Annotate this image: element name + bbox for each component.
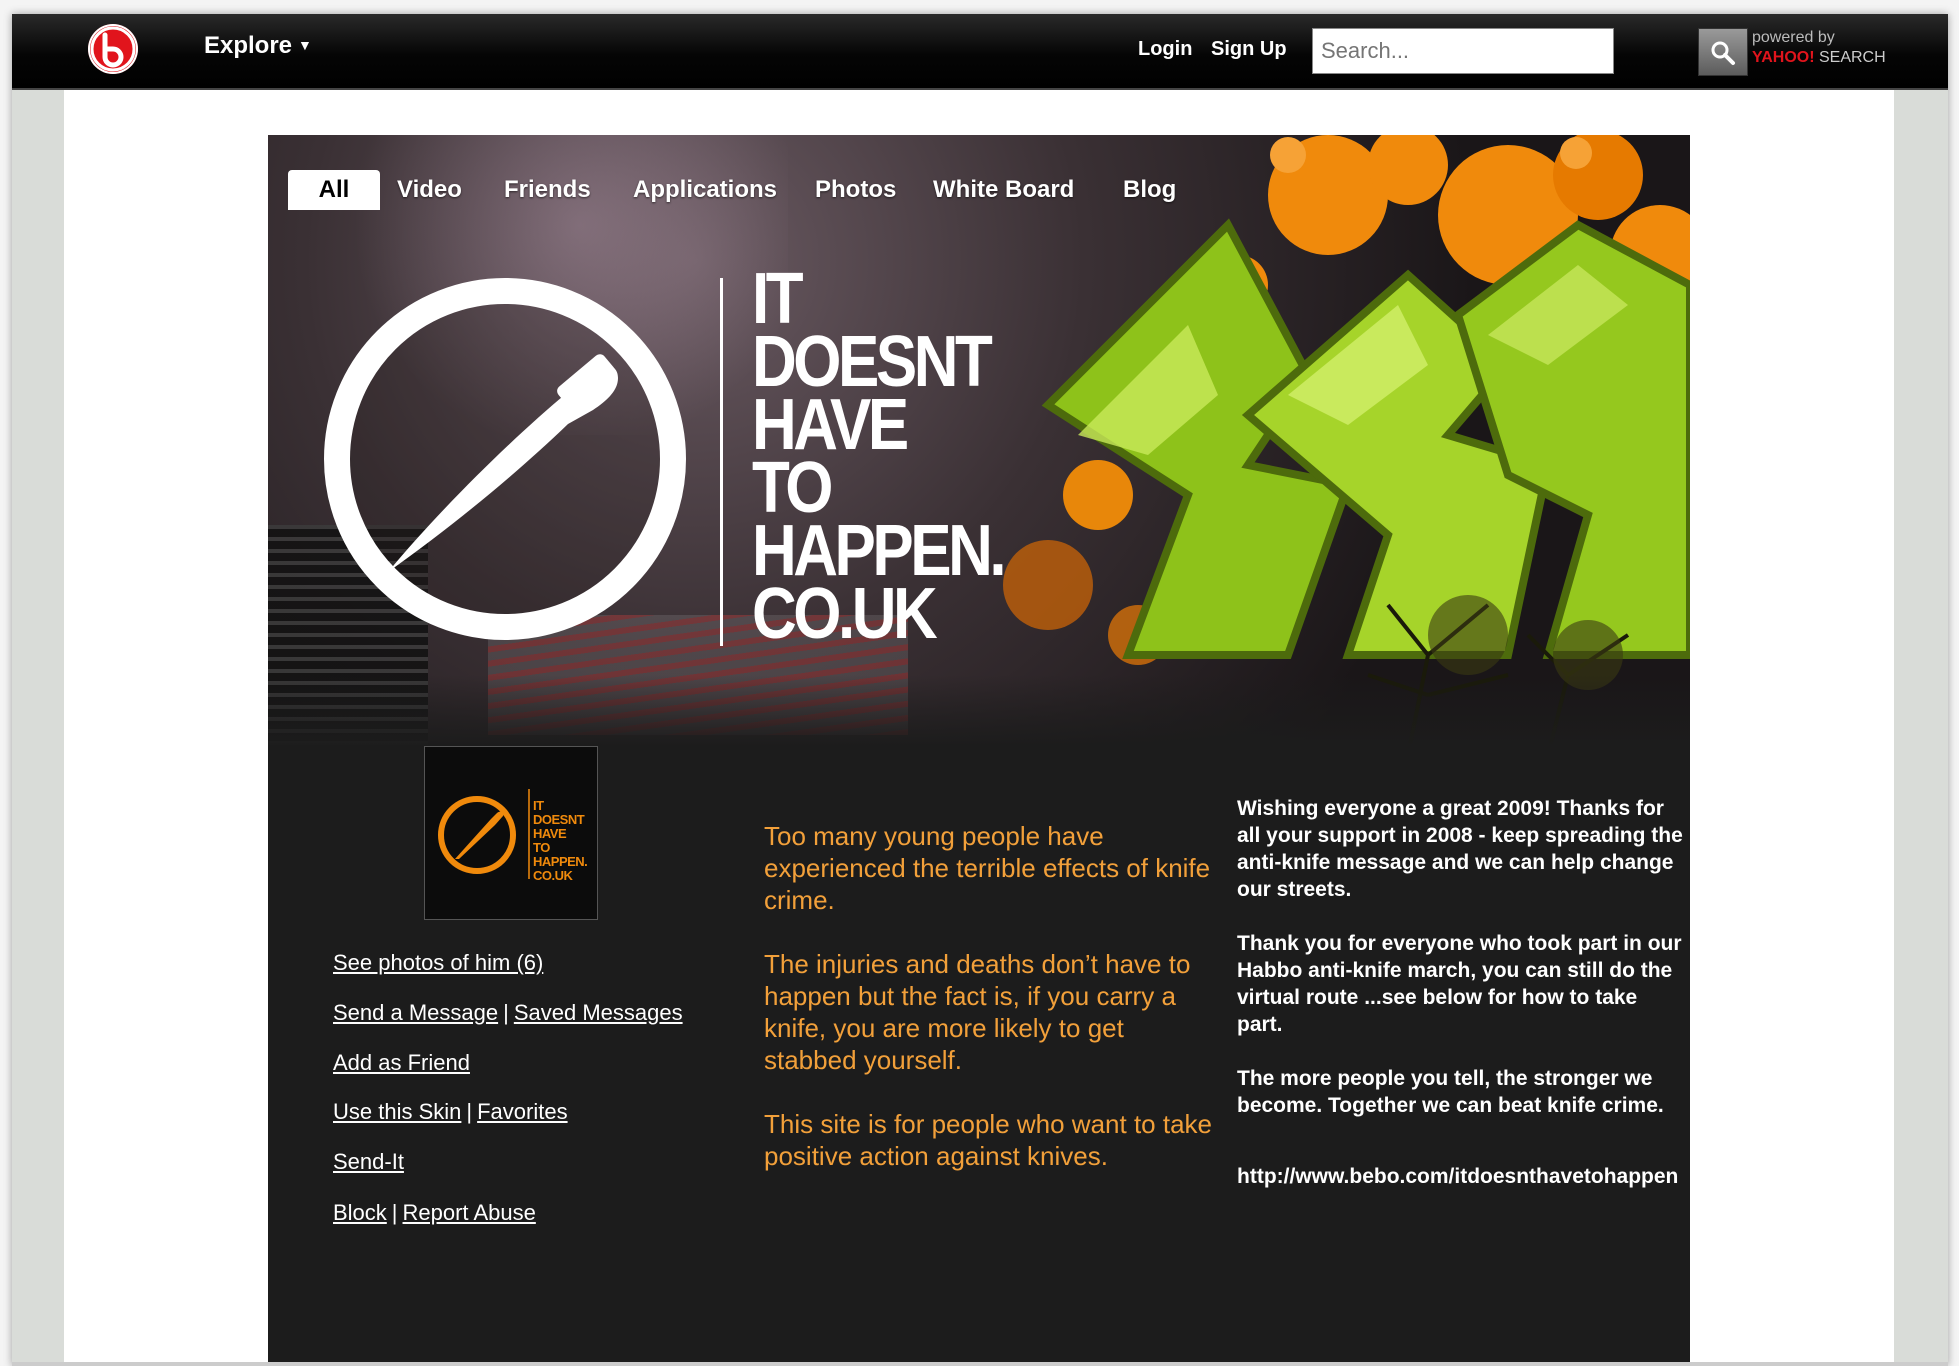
magnifier-icon	[1711, 41, 1735, 65]
block-link[interactable]: Block	[333, 1200, 387, 1225]
tab-all[interactable]: All	[288, 170, 380, 210]
news-text: Wishing everyone a great 2009! Thanks fo…	[1237, 795, 1687, 1190]
profile-logo-icon: IT DOESNT HAVE TO HAPPEN. CO.UK	[438, 789, 589, 883]
page-bottom-edge	[12, 1362, 1948, 1366]
search-word: SEARCH	[1818, 49, 1886, 66]
graffiti-artwork	[1003, 135, 1690, 756]
search-button[interactable]	[1698, 28, 1748, 76]
tab-photos[interactable]: Photos	[815, 170, 896, 210]
signup-link[interactable]: Sign Up	[1211, 38, 1287, 61]
separator: |	[503, 1000, 509, 1025]
caret-down-icon: ▼	[298, 37, 312, 53]
link-row: Send a Message | Saved Messages	[333, 1000, 683, 1026]
send-it-link[interactable]: Send-It	[333, 1149, 404, 1174]
thumb-slogan-line: DOESNT	[533, 812, 585, 827]
slogan-line: CO.UK	[752, 574, 938, 654]
explore-label: Explore	[204, 32, 293, 59]
separator: |	[391, 1200, 398, 1225]
link-row: Add as Friend	[333, 1050, 470, 1076]
favorites-link[interactable]: Favorites	[477, 1099, 567, 1124]
search-input[interactable]	[1312, 28, 1614, 74]
tab-video[interactable]: Video	[397, 170, 462, 210]
thumb-slogan-line: HAPPEN.	[533, 854, 587, 869]
thumb-slogan-line: CO.UK	[533, 868, 574, 883]
use-skin-link[interactable]: Use this Skin	[333, 1099, 461, 1124]
yahoo-logo-text: YAHOO!	[1752, 49, 1815, 66]
thumb-slogan-line: HAVE	[533, 826, 567, 841]
intro-paragraph: The injuries and deaths don’t have to ha…	[764, 949, 1191, 1075]
login-link[interactable]: Login	[1138, 38, 1192, 61]
saved-messages-link[interactable]: Saved Messages	[514, 1000, 683, 1025]
bebo-logo-icon[interactable]	[88, 24, 138, 74]
separator: |	[466, 1099, 473, 1124]
tab-white-board[interactable]: White Board	[933, 170, 1074, 210]
news-paragraph: Wishing everyone a great 2009! Thanks fo…	[1237, 797, 1683, 901]
tab-friends[interactable]: Friends	[504, 170, 591, 210]
no-knife-icon	[324, 278, 686, 640]
intro-paragraph: This site is for people who want to take…	[764, 1109, 1213, 1171]
explore-menu[interactable]: Explore ▼	[204, 32, 312, 60]
send-message-link[interactable]: Send a Message	[333, 1000, 498, 1025]
link-row: Send-It	[333, 1149, 404, 1175]
see-photos-link[interactable]: See photos of him (6)	[333, 950, 543, 975]
link-row: Use this Skin | Favorites	[333, 1099, 568, 1125]
banner-divider	[720, 278, 723, 646]
thumb-slogan-line: IT	[533, 798, 544, 813]
profile-picture[interactable]: IT DOESNT HAVE TO HAPPEN. CO.UK	[424, 746, 598, 920]
svg-text:IT DOESNT HAVE: IT DOESNT HAVE TO HAPPEN. CO.UK	[533, 798, 589, 883]
report-abuse-link[interactable]: Report Abuse	[403, 1200, 536, 1225]
intro-paragraph: Too many young people have experienced t…	[764, 821, 1211, 915]
add-friend-link[interactable]: Add as Friend	[333, 1050, 470, 1075]
tab-applications[interactable]: Applications	[633, 170, 777, 210]
link-row: Block | Report Abuse	[333, 1200, 536, 1226]
news-paragraph: The more people you tell, the stronger w…	[1237, 1067, 1664, 1117]
news-paragraph: Thank you for everyone who took part in …	[1237, 932, 1682, 1036]
intro-text: Too many young people have experienced t…	[764, 820, 1214, 1204]
powered-by-text: powered by	[1752, 29, 1835, 46]
profile-url: http://www.bebo.com/itdoesnthavetohappen	[1237, 1165, 1679, 1188]
banner-slogan: IT DOESNT HAVE TO HAPPEN. CO.UK	[752, 263, 1007, 654]
link-row: See photos of him (6)	[333, 950, 543, 976]
powered-by-yahoo: powered by YAHOO! SEARCH	[1752, 28, 1886, 68]
thumb-slogan-line: TO	[533, 840, 550, 855]
tab-blog[interactable]: Blog	[1123, 170, 1176, 210]
